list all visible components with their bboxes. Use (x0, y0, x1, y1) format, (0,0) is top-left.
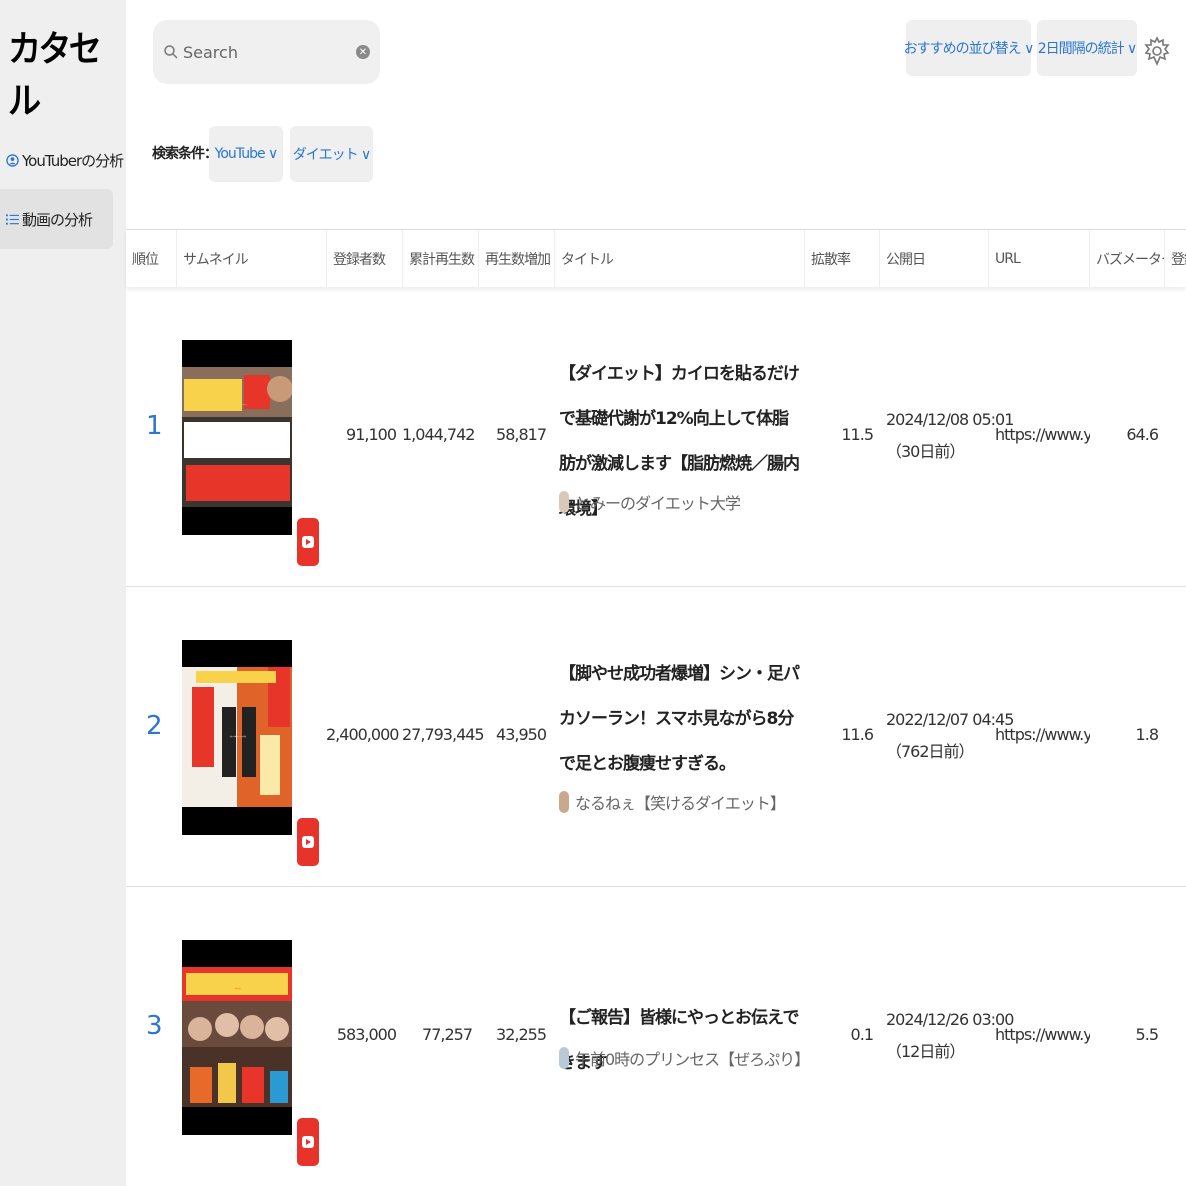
row-rank: 3 (146, 1011, 163, 1041)
table-header: 順位 サムネイル 登録者数 累計再生数 再生数増加 ↓ タイトル 拡散率 公開日… (126, 229, 1186, 288)
header-extra[interactable]: 登録 (1164, 230, 1186, 288)
header-rank[interactable]: 順位 (132, 230, 176, 288)
sidebar-item-video-analysis[interactable]: 動画の分析 (0, 189, 113, 249)
channel-name: なるねぇ【笑けるダイエット】 (575, 794, 786, 813)
header-view-increase[interactable]: 再生数増加 ↓ (478, 230, 554, 288)
row-spread-rate: 11.5 (841, 425, 874, 444)
row-buzz: 5.5 (1135, 1025, 1159, 1044)
header-thumbnail[interactable]: サムネイル (176, 230, 326, 288)
list-icon (6, 213, 19, 226)
row-url[interactable]: https://www.youtube.com/ (995, 1025, 1090, 1044)
row-buzz: 1.8 (1135, 725, 1159, 744)
header-view-increase-label: 再生数増加 (485, 252, 551, 268)
channel-name: 午前0時のプリンセス【ぜろぷり】 (575, 1050, 810, 1069)
search-box[interactable]: ✕ (153, 20, 380, 84)
sidebar-item-youtuber-analysis[interactable]: YouTuberの分析 (0, 130, 124, 190)
clear-search-icon[interactable]: ✕ (356, 45, 370, 59)
row-view-increase: 32,255 (496, 1025, 547, 1044)
row-rank: 2 (146, 711, 163, 741)
row-channel[interactable]: なるねぇ【笑けるダイエット】 (559, 790, 786, 814)
row-total-views: 1,044,742 (402, 425, 475, 444)
row-total-views: 77,257 (422, 1025, 473, 1044)
row-url[interactable]: https://www.youtube.com/ (995, 725, 1090, 744)
header-total-views[interactable]: 累計再生数 (402, 230, 478, 288)
row-buzz: 64.6 (1126, 425, 1159, 444)
row-title[interactable]: 【ご報告】皆様にやっとお伝えできます (559, 996, 804, 1086)
thumbnail-artwork: カイロ あそこに貼ると 嫌でも痩せます (182, 367, 292, 507)
user-circle-icon (6, 153, 19, 167)
app-logo[interactable]: カタセル (8, 20, 117, 124)
row-total-views: 27,793,445 (402, 725, 485, 744)
row-view-increase: 58,817 (496, 425, 547, 444)
platform-filter-button[interactable]: YouTube ∨ (209, 126, 283, 182)
row-spread-rate: 0.1 (850, 1025, 874, 1044)
header-buzz[interactable]: バズメーター (1089, 230, 1164, 288)
table-row[interactable]: 2 楽園 8分 地獄 超えて 1400万回再生 2,400,000 27,793… (126, 587, 1186, 887)
header-url[interactable]: URL (988, 230, 1089, 288)
youtube-play-icon[interactable] (297, 818, 319, 866)
period-dropdown-button[interactable]: 2日間隔の統計 ∨ (1037, 20, 1137, 76)
row-title[interactable]: 【脚やせ成功者爆増】シン・足パカソーラン！スマホ見ながら8分で足とお腹痩せすぎる… (559, 652, 804, 787)
thumbnail-artwork: 楽園 8分 地獄 超えて 1400万回再生 (182, 667, 292, 807)
search-input[interactable] (183, 42, 353, 62)
category-filter-button[interactable]: ダイエット ∨ (290, 126, 373, 182)
table-row[interactable]: 1 カイロ あそこに貼ると 嫌でも痩せます 91,100 1,044,742 5… (126, 287, 1186, 587)
channel-avatar (559, 1047, 569, 1069)
row-channel[interactable]: 午前0時のプリンセス【ぜろぷり】 (559, 1046, 810, 1070)
sort-dropdown-button[interactable]: おすすめの並び替え ∨ (904, 20, 1034, 76)
youtube-play-icon[interactable] (297, 1118, 319, 1166)
thumbnail-artwork: 超超重大発表 (182, 967, 292, 1107)
video-thumbnail[interactable]: 超超重大発表 (182, 940, 292, 1135)
search-icon (163, 44, 179, 60)
sidebar-item-label: 動画の分析 (22, 210, 93, 229)
filter-label: 検索条件： (152, 146, 218, 162)
video-thumbnail[interactable]: 楽園 8分 地獄 超えて 1400万回再生 (182, 640, 292, 835)
row-view-increase: 43,950 (496, 725, 547, 744)
channel-avatar (559, 491, 569, 513)
header-subscribers[interactable]: 登録者数 (326, 230, 402, 288)
video-thumbnail[interactable]: カイロ あそこに貼ると 嫌でも痩せます (182, 340, 292, 535)
row-subscribers: 91,100 (346, 425, 397, 444)
header-title[interactable]: タイトル (554, 230, 804, 288)
row-spread-rate: 11.6 (841, 725, 874, 744)
header-published[interactable]: 公開日 (879, 230, 988, 288)
row-channel[interactable]: とみーのダイエット大学 (559, 490, 741, 514)
gear-icon[interactable] (1144, 30, 1170, 72)
channel-avatar (559, 791, 569, 813)
sidebar: カタセル YouTuberの分析 動画の分析 (0, 0, 126, 1186)
row-subscribers: 583,000 (336, 1025, 397, 1044)
header-spread-rate[interactable]: 拡散率 (804, 230, 879, 288)
sidebar-item-label: YouTuberの分析 (22, 151, 124, 170)
row-subscribers: 2,400,000 (326, 725, 399, 744)
row-rank: 1 (146, 411, 163, 441)
channel-name: とみーのダイエット大学 (575, 494, 741, 513)
youtube-play-icon[interactable] (297, 518, 319, 566)
table-row[interactable]: 3 超超重大発表 583,000 77,257 32,255 【ご報告】皆様にや… (126, 887, 1186, 1186)
row-url[interactable]: https://www.youtube.com/ (995, 425, 1090, 444)
